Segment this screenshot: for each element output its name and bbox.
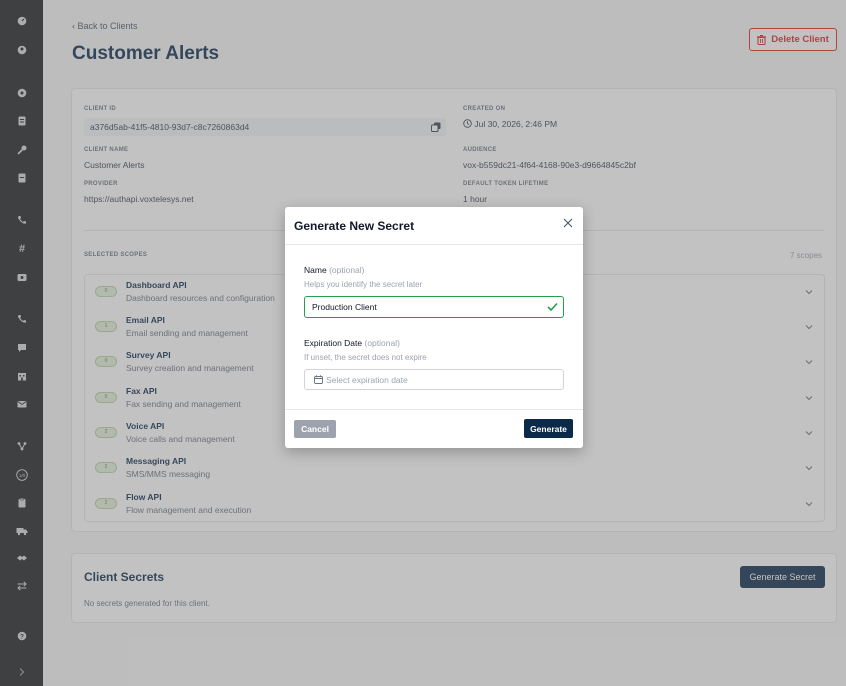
generate-secret-modal: Generate New Secret Name (optional) Help… xyxy=(285,207,583,448)
expiration-field-help: If unset, the secret does not expire xyxy=(304,353,427,362)
calendar-icon xyxy=(314,375,323,384)
modal-footer-divider xyxy=(285,409,583,410)
modal-header-divider xyxy=(285,244,583,245)
expiration-date-placeholder: Select expiration date xyxy=(326,375,408,385)
modal-title: Generate New Secret xyxy=(294,219,415,233)
name-field-help: Helps you identify the secret later xyxy=(304,280,423,289)
secret-name-input[interactable] xyxy=(304,296,564,318)
generate-button[interactable]: Generate xyxy=(524,419,573,438)
check-icon xyxy=(547,302,558,312)
expiration-date-input[interactable]: Select expiration date xyxy=(304,369,564,390)
close-icon[interactable] xyxy=(562,217,574,229)
name-field-label: Name (optional) xyxy=(304,265,365,275)
expiration-field-label: Expiration Date (optional) xyxy=(304,338,400,348)
cancel-button[interactable]: Cancel xyxy=(294,420,336,438)
